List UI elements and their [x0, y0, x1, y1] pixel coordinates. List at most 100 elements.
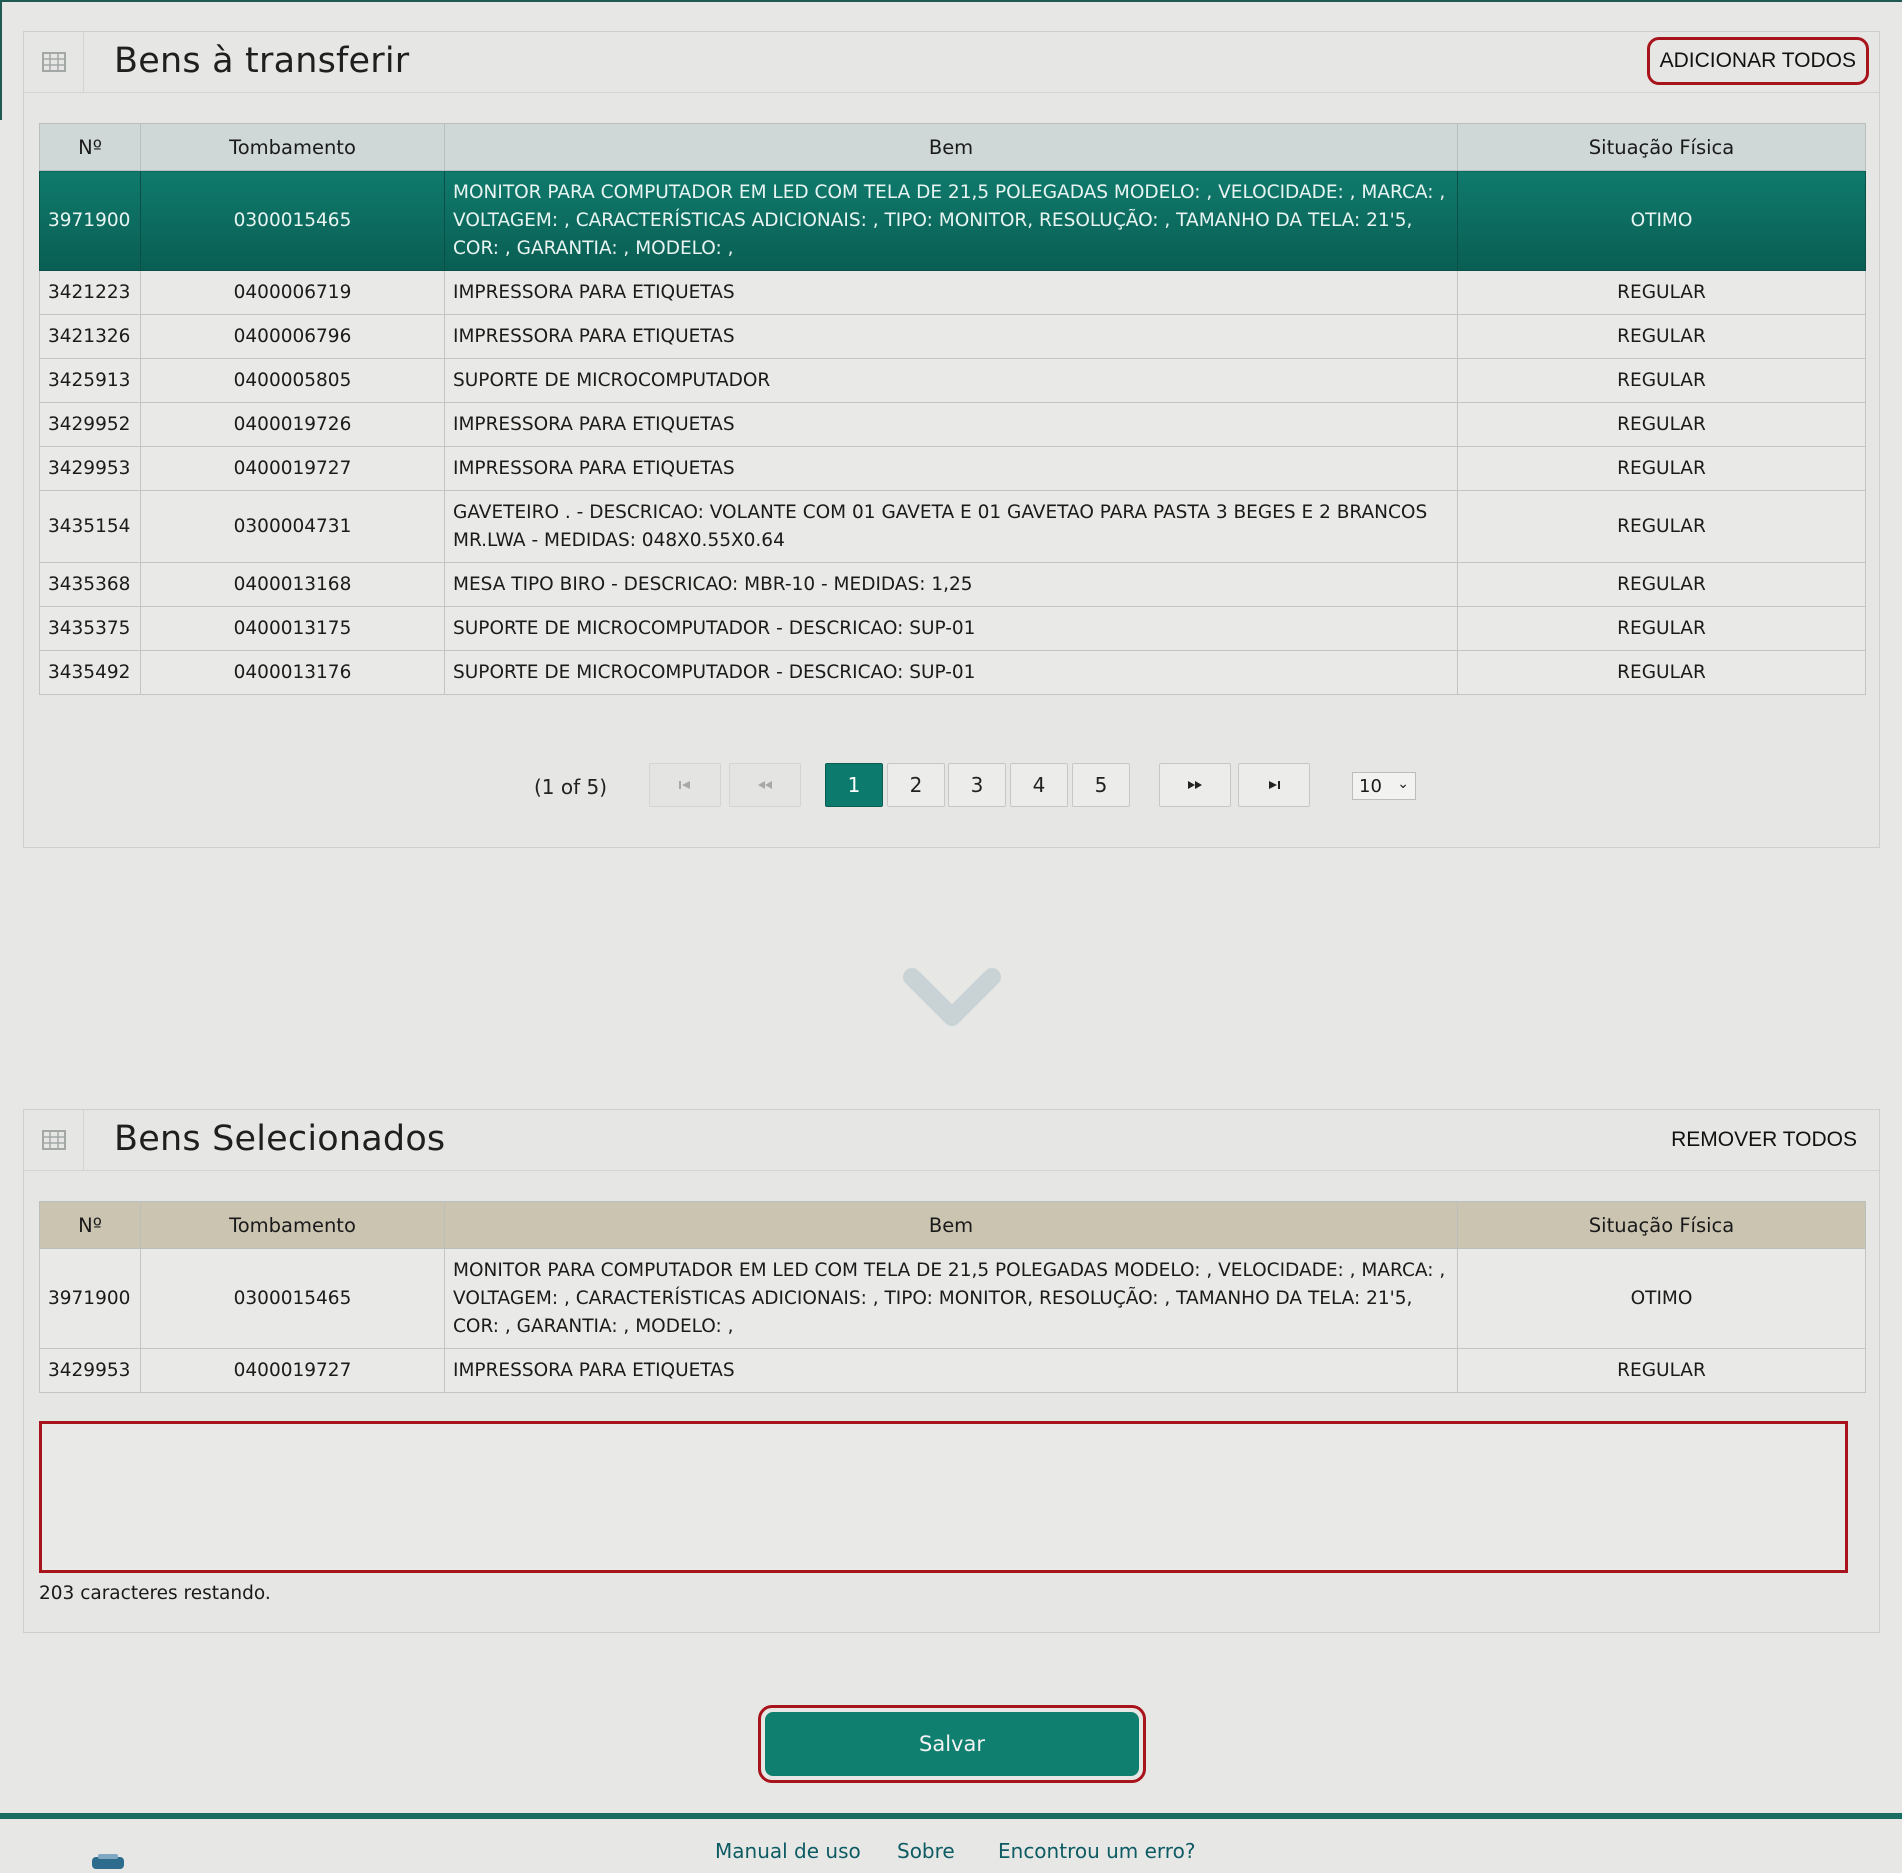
cell-numero: 3421223: [39, 270, 141, 315]
cell-tombamento: 0300015465: [140, 170, 445, 271]
bens-table: Nº Tombamento Bem Situação Física 397190…: [39, 123, 1866, 695]
page-button-3[interactable]: 3: [948, 763, 1006, 807]
cell-tombamento: 0400013168: [140, 562, 445, 607]
save-button[interactable]: Salvar: [765, 1712, 1139, 1776]
first-page-button[interactable]: [649, 763, 721, 807]
cell-situacao: REGULAR: [1457, 1348, 1866, 1393]
cell-tombamento: 0400019727: [140, 1348, 445, 1393]
table-row[interactable]: 3435492 0400013176 SUPORTE DE MICROCOMPUTA…: [39, 650, 1866, 695]
rows-per-page-value: 10: [1359, 775, 1382, 797]
table-row[interactable]: 3435368 0400013168 MESA TIPO BIRO - DESCRI…: [39, 562, 1866, 607]
cell-bem: SUPORTE DE MICROCOMPUTADOR: [444, 358, 1458, 403]
first-page-icon: [679, 781, 690, 789]
footer-link-manual[interactable]: Manual de uso: [715, 1839, 861, 1863]
table-row[interactable]: 3421223 0400006719 IMPRESSORA PARA ETIQUET…: [39, 270, 1866, 315]
last-page-button[interactable]: [1238, 763, 1310, 807]
column-header-situacao[interactable]: Situação Física: [1457, 1201, 1866, 1249]
cell-bem: MESA TIPO BIRO - DESCRICAO: MBR-10 - MED…: [444, 562, 1458, 607]
cell-numero: 3425913: [39, 358, 141, 403]
column-header-tombamento[interactable]: Tombamento: [140, 1201, 445, 1249]
table-row[interactable]: 3971900 0300015465 MONITOR PARA COMPUTADOR…: [39, 170, 1866, 271]
table-row[interactable]: 3435154 0300004731 GAVETEIRO . - DESCRICAO…: [39, 490, 1866, 563]
cell-numero: 3435375: [39, 606, 141, 651]
left-border: [0, 0, 2, 120]
cell-tombamento: 0400013176: [140, 650, 445, 695]
prev-page-button[interactable]: [729, 763, 801, 807]
cell-bem: SUPORTE DE MICROCOMPUTADOR - DESCRICAO: …: [444, 606, 1458, 651]
cell-numero: 3435368: [39, 562, 141, 607]
cell-bem: IMPRESSORA PARA ETIQUETAS: [444, 270, 1458, 315]
cell-bem: MONITOR PARA COMPUTADOR EM LED COM TELA …: [444, 1248, 1458, 1349]
remover-todos-button[interactable]: REMOVER TODOS: [1661, 1118, 1867, 1162]
cell-numero: 3429952: [39, 402, 141, 447]
table-row[interactable]: 3429953 0400019727 IMPRESSORA PARA ETIQUET…: [39, 1348, 1866, 1393]
table-row[interactable]: 3429953 0400019727 IMPRESSORA PARA ETIQUET…: [39, 446, 1866, 491]
cell-situacao: REGULAR: [1457, 314, 1866, 359]
table-row[interactable]: 3971900 0300015465 MONITOR PARA COMPUTADOR…: [39, 1248, 1866, 1349]
column-header-bem[interactable]: Bem: [444, 1201, 1458, 1249]
cell-situacao: REGULAR: [1457, 270, 1866, 315]
selected-table: Nº Tombamento Bem Situação Física 397190…: [39, 1201, 1866, 1393]
cell-numero: 3429953: [39, 1348, 141, 1393]
cell-tombamento: 0400019726: [140, 402, 445, 447]
chevron-down-icon: [900, 965, 1004, 1035]
column-header-situacao[interactable]: Situação Física: [1457, 123, 1866, 171]
cell-tombamento: 0400006796: [140, 314, 445, 359]
cell-tombamento: 0300015465: [140, 1248, 445, 1349]
page-button-5[interactable]: 5: [1072, 763, 1130, 807]
cell-bem: IMPRESSORA PARA ETIQUETAS: [444, 1348, 1458, 1393]
footer-link-erro[interactable]: Encontrou um erro?: [998, 1839, 1195, 1863]
page-button-2[interactable]: 2: [887, 763, 945, 807]
column-header-bem[interactable]: Bem: [444, 123, 1458, 171]
table-row[interactable]: 3425913 0400005805 SUPORTE DE MICROCOMPUTA…: [39, 358, 1866, 403]
table-header-row: Nº Tombamento Bem Situação Física: [39, 1201, 1866, 1249]
cell-situacao: REGULAR: [1457, 490, 1866, 563]
footer-link-sobre[interactable]: Sobre: [897, 1839, 955, 1863]
cell-tombamento: 0400005805: [140, 358, 445, 403]
paginator: (1 of 5) 12345 10 ⌄: [24, 763, 1879, 809]
next-page-button[interactable]: [1159, 763, 1231, 807]
bens-a-transferir-panel: Bens à transferir ADICIONAR TODOS Nº Tom…: [23, 31, 1880, 848]
cell-bem: GAVETEIRO . - DESCRICAO: VOLANTE COM 01 …: [444, 490, 1458, 563]
cell-situacao: REGULAR: [1457, 650, 1866, 695]
column-header-tombamento[interactable]: Tombamento: [140, 123, 445, 171]
cell-bem: IMPRESSORA PARA ETIQUETAS: [444, 446, 1458, 491]
table-row[interactable]: 3435375 0400013175 SUPORTE DE MICROCOMPUTA…: [39, 606, 1866, 651]
cell-numero: 3971900: [39, 170, 141, 271]
logo-icon: [88, 1853, 128, 1873]
cell-tombamento: 0400013175: [140, 606, 445, 651]
panel-title: Bens à transferir: [114, 41, 410, 81]
rows-per-page-select[interactable]: 10 ⌄: [1352, 772, 1416, 800]
cell-bem: SUPORTE DE MICROCOMPUTADOR - DESCRICAO: …: [444, 650, 1458, 695]
cell-situacao: REGULAR: [1457, 446, 1866, 491]
cell-tombamento: 0300004731: [140, 490, 445, 563]
observacao-textarea[interactable]: [39, 1421, 1848, 1573]
panel-title: Bens Selecionados: [114, 1119, 446, 1159]
column-header-numero[interactable]: Nº: [39, 123, 141, 171]
table-icon: [24, 32, 84, 92]
cell-tombamento: 0400006719: [140, 270, 445, 315]
cell-tombamento: 0400019727: [140, 446, 445, 491]
table-row[interactable]: 3421326 0400006796 IMPRESSORA PARA ETIQUET…: [39, 314, 1866, 359]
cell-numero: 3971900: [39, 1248, 141, 1349]
save-button-highlight: Salvar: [758, 1705, 1146, 1783]
cell-situacao: REGULAR: [1457, 402, 1866, 447]
page-button-1[interactable]: 1: [825, 763, 883, 807]
cell-numero: 3421326: [39, 314, 141, 359]
adicionar-todos-button[interactable]: ADICIONAR TODOS: [1646, 37, 1869, 85]
page-button-4[interactable]: 4: [1010, 763, 1068, 807]
table-row[interactable]: 3429952 0400019726 IMPRESSORA PARA ETIQUET…: [39, 402, 1866, 447]
cell-bem: MONITOR PARA COMPUTADOR EM LED COM TELA …: [444, 170, 1458, 271]
column-header-numero[interactable]: Nº: [39, 1201, 141, 1249]
cell-situacao: REGULAR: [1457, 358, 1866, 403]
page-info: (1 of 5): [534, 775, 608, 799]
table-header-row: Nº Tombamento Bem Situação Física: [39, 123, 1866, 171]
cell-situacao: REGULAR: [1457, 562, 1866, 607]
last-page-icon: [1269, 781, 1280, 789]
cell-situacao: OTIMO: [1457, 1248, 1866, 1349]
cell-situacao: REGULAR: [1457, 606, 1866, 651]
chevron-down-icon: ⌄: [1397, 776, 1409, 792]
cell-bem: IMPRESSORA PARA ETIQUETAS: [444, 402, 1458, 447]
top-border: [0, 0, 1902, 2]
footer: Manual de uso Sobre Encontrou um erro?: [0, 1813, 1902, 1869]
